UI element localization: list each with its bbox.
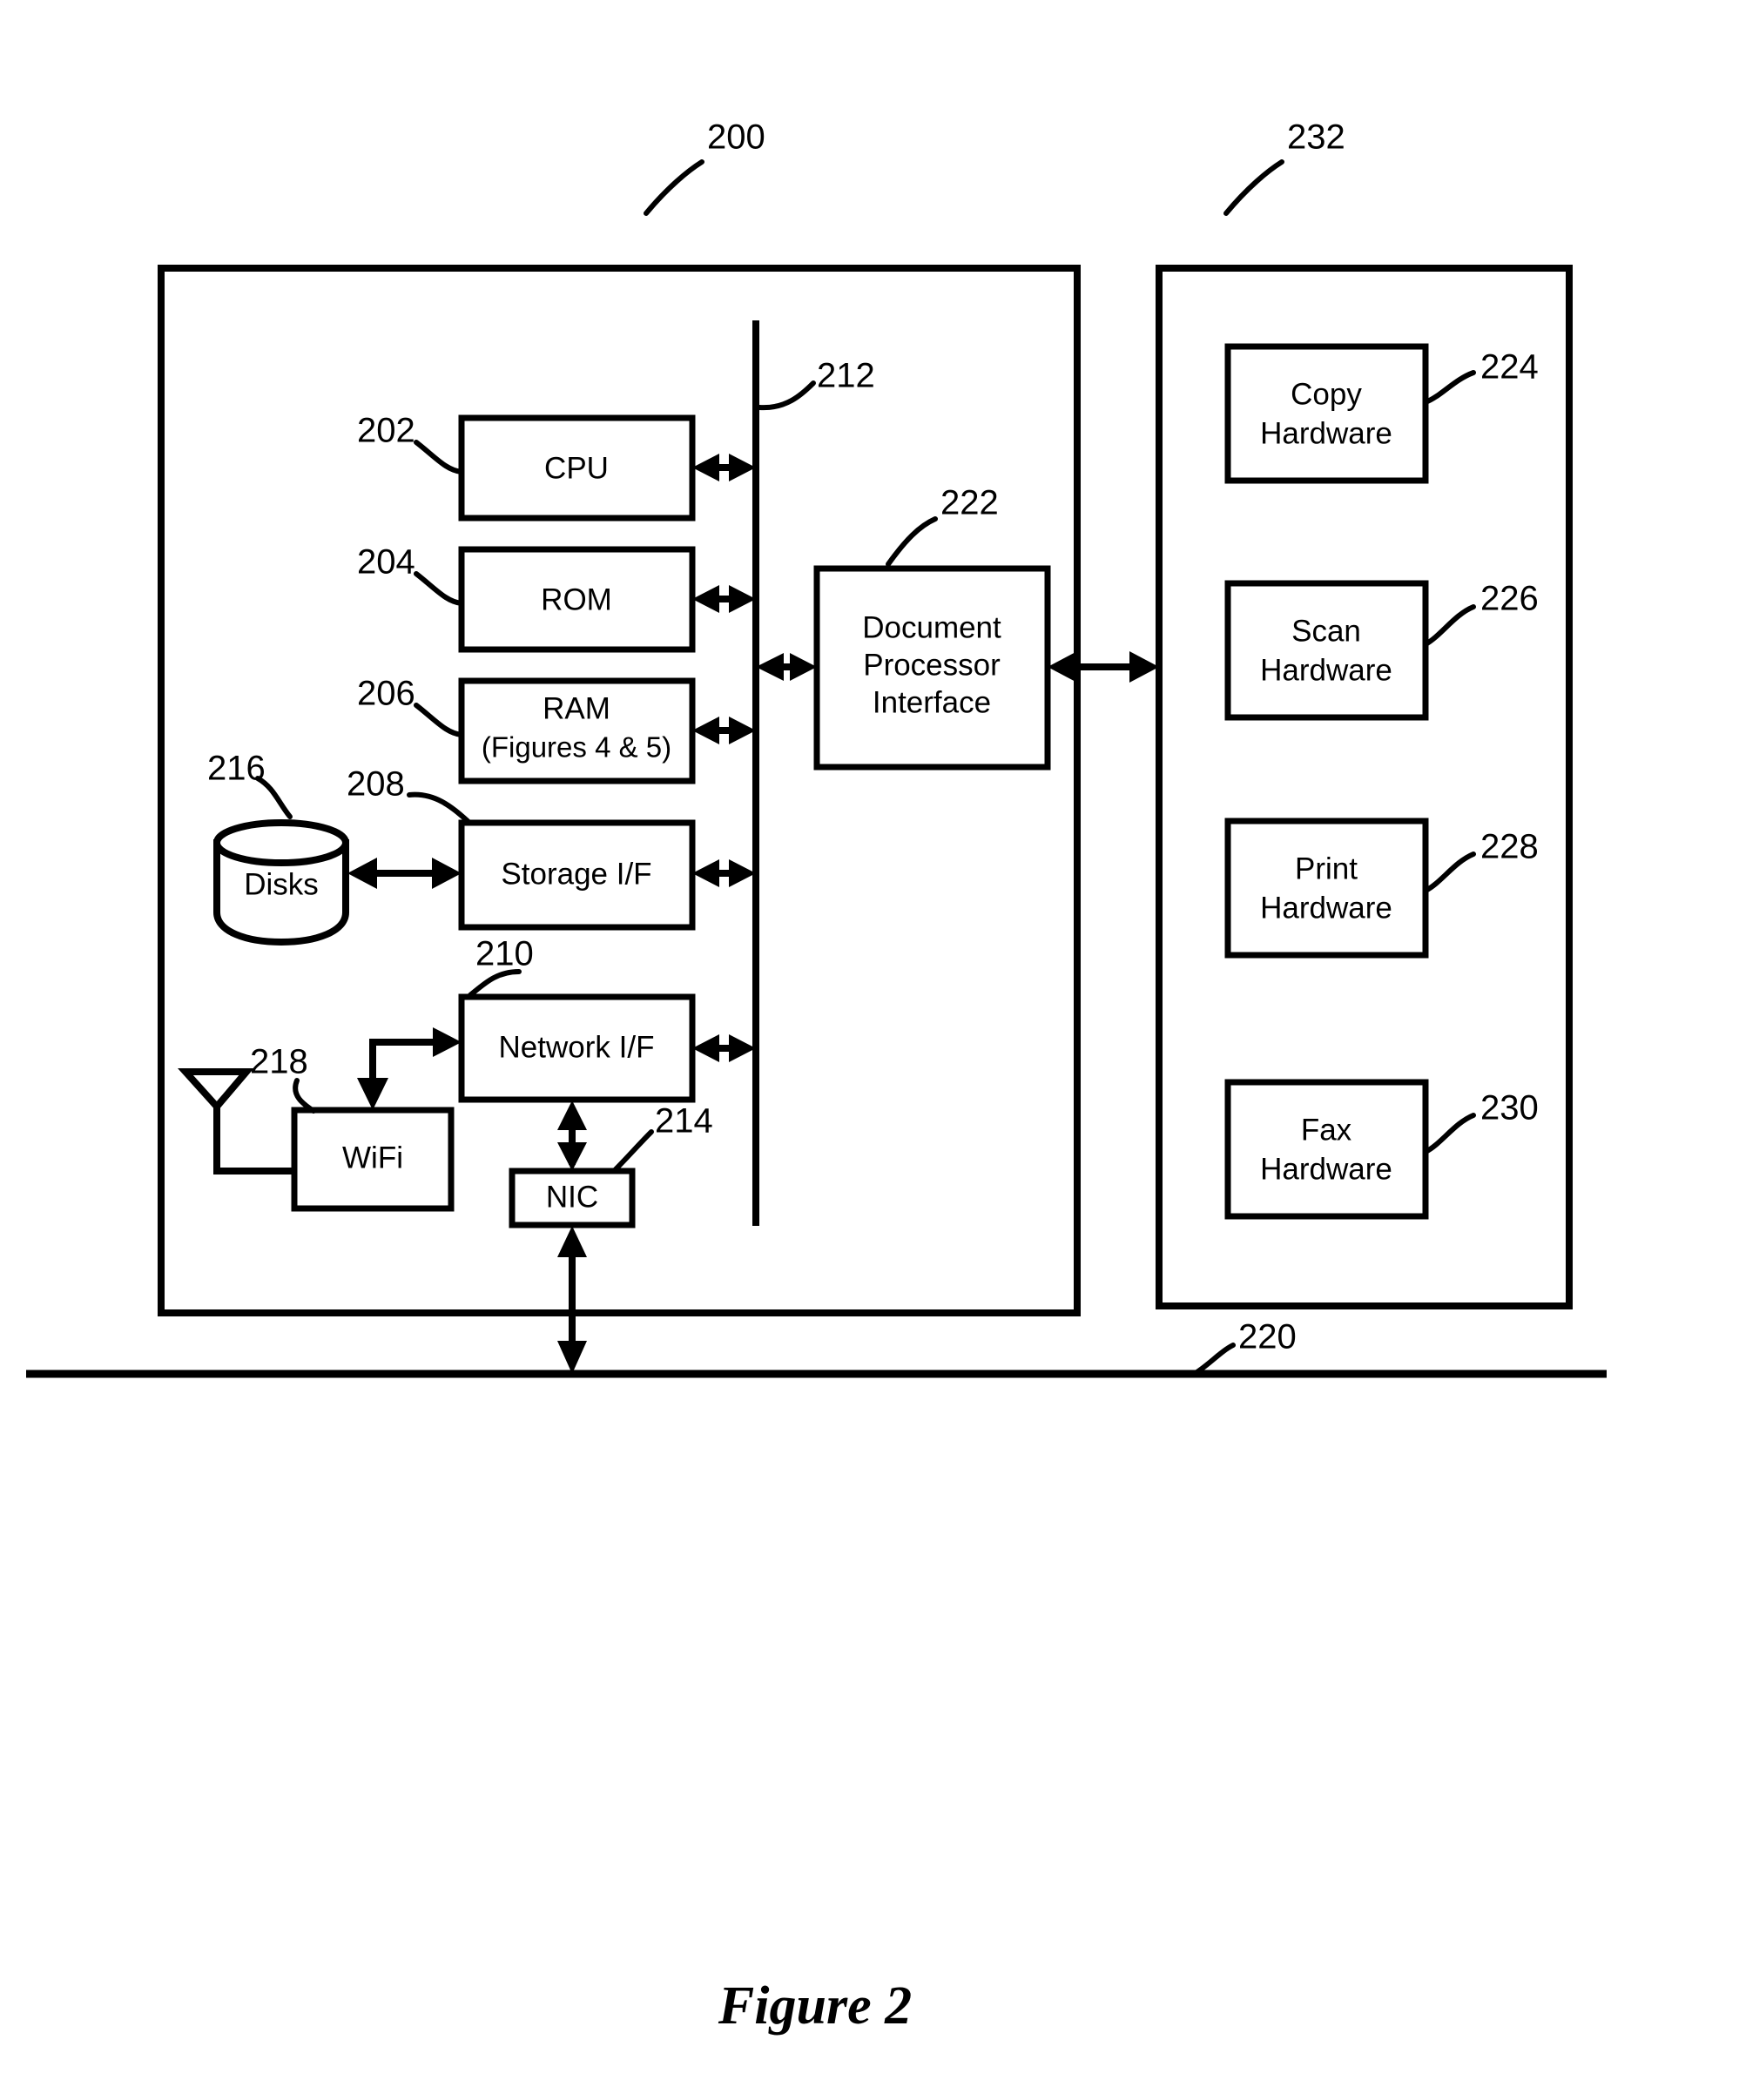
ref-label-218: 218 [250,1043,308,1081]
ref-214-leader [611,1129,654,1174]
ref-210-leader [468,969,522,998]
copy-hardware-label-line1: Copy [1291,377,1362,411]
print-hardware-label-line2: Hardware [1260,891,1392,925]
wifi-networkif-arrowhead-right [433,1027,462,1057]
bus-dpi-arrow [756,653,817,681]
fax-hardware-label-line2: Hardware [1260,1152,1392,1186]
diagram-canvas: 200 232 212 CPU 202 ROM 204 RAM (Figures… [26,118,1607,2036]
network-if-label: Network I/F [499,1030,655,1064]
figure-caption: Figure 2 [718,1976,912,2036]
ref-200-leader [644,159,704,216]
ref-label-208: 208 [347,765,405,804]
ref-222-leader [886,516,938,567]
ref-232-leader [1223,159,1284,216]
disks-cylinder-top [213,819,349,866]
ref-208-leader [407,791,470,824]
ref-226-leader [1423,604,1476,647]
network-line-group: 220 [26,1318,1607,1378]
ref-212-leader [757,380,816,411]
scan-hardware-label-line2: Hardware [1260,653,1392,687]
ref-label-222: 222 [940,484,999,522]
ref-label-214: 214 [655,1102,713,1141]
ref-label-202: 202 [357,412,415,450]
ref-218-leader [293,1078,316,1114]
storage-if-block: Storage I/F 208 [347,765,756,931]
ref-228-leader [1423,851,1476,893]
network-if-block: Network I/F 210 [458,935,756,1103]
ref-label-206: 206 [357,675,415,713]
ref-label-230: 230 [1480,1089,1539,1127]
rom-label: ROM [541,582,612,616]
rom-bus-arrow [692,585,756,613]
antenna-to-wifi-line [213,1107,294,1175]
ref-label-224: 224 [1480,348,1539,387]
print-hardware-block: Print Hardware 228 [1224,818,1539,959]
ref-label-200: 200 [707,118,765,157]
dpi-docproc-arrow [1048,651,1159,683]
ref-202-leader [414,440,464,475]
ram-label-line2: (Figures 4 & 5) [482,731,671,764]
document-processor-interface-block: Document Processor Interface 222 [756,484,1159,771]
wifi-networkif-arrowhead-down [357,1078,388,1110]
nic-network-arrow [557,1226,587,1374]
ref-label-232: 232 [1287,118,1345,157]
cpu-label: CPU [544,451,609,485]
ref-label-220: 220 [1238,1318,1297,1356]
disks-storage-arrow [347,858,462,889]
scan-hardware-block: Scan Hardware 226 [1224,580,1539,721]
nic-block: NIC 214 [509,1100,713,1374]
ram-block: RAM (Figures 4 & 5) 206 [357,675,756,784]
cpu-bus-arrow [692,454,756,481]
rom-block: ROM 204 [357,543,756,653]
wifi-block: WiFi 218 [178,1027,462,1212]
fax-hardware-block: Fax Hardware 230 [1224,1079,1539,1220]
ref-label-204: 204 [357,543,415,582]
ref-224-leader [1423,370,1476,405]
networkif-bus-arrow [692,1034,756,1062]
storage-if-label: Storage I/F [501,857,651,891]
fax-hardware-box [1224,1079,1429,1220]
scan-hardware-label-line1: Scan [1291,614,1361,648]
copy-hardware-box [1224,343,1429,484]
nic-label: NIC [546,1180,598,1214]
print-hardware-label-line1: Print [1295,851,1358,885]
system-bus: 212 [752,320,875,1226]
storage-bus-arrow [692,859,756,887]
dpi-label-line2: Processor [863,648,1001,682]
wifi-label: WiFi [342,1141,403,1175]
copy-hardware-block: Copy Hardware 224 [1224,343,1539,484]
ref-230-leader [1423,1113,1476,1154]
nic-networkif-arrow [557,1100,587,1171]
disks-label: Disks [244,867,319,901]
ref-220-leader [1193,1343,1236,1376]
dpi-label-line3: Interface [873,685,991,719]
ref-label-228: 228 [1480,828,1539,866]
ref-label-226: 226 [1480,580,1539,618]
antenna-icon [178,1068,254,1113]
ref-206-leader [414,703,464,737]
ram-label-line1: RAM [543,691,610,725]
fax-hardware-label-line1: Fax [1301,1113,1352,1147]
dpi-label-line1: Document [862,610,1001,644]
ref-204-leader [414,571,464,606]
copy-hardware-label-line2: Hardware [1260,416,1392,450]
ref-label-212: 212 [817,357,875,395]
disks-storage-icon-group: Disks 216 [207,750,349,946]
ram-bus-arrow [692,717,756,744]
print-hardware-box [1224,818,1429,959]
cpu-block: CPU 202 [357,412,756,522]
ref-label-216: 216 [207,750,266,788]
scan-hardware-box [1224,580,1429,721]
ref-label-210: 210 [475,935,534,973]
patent-figure-2: 200 232 212 CPU 202 ROM 204 RAM (Figures… [0,0,1739,2100]
